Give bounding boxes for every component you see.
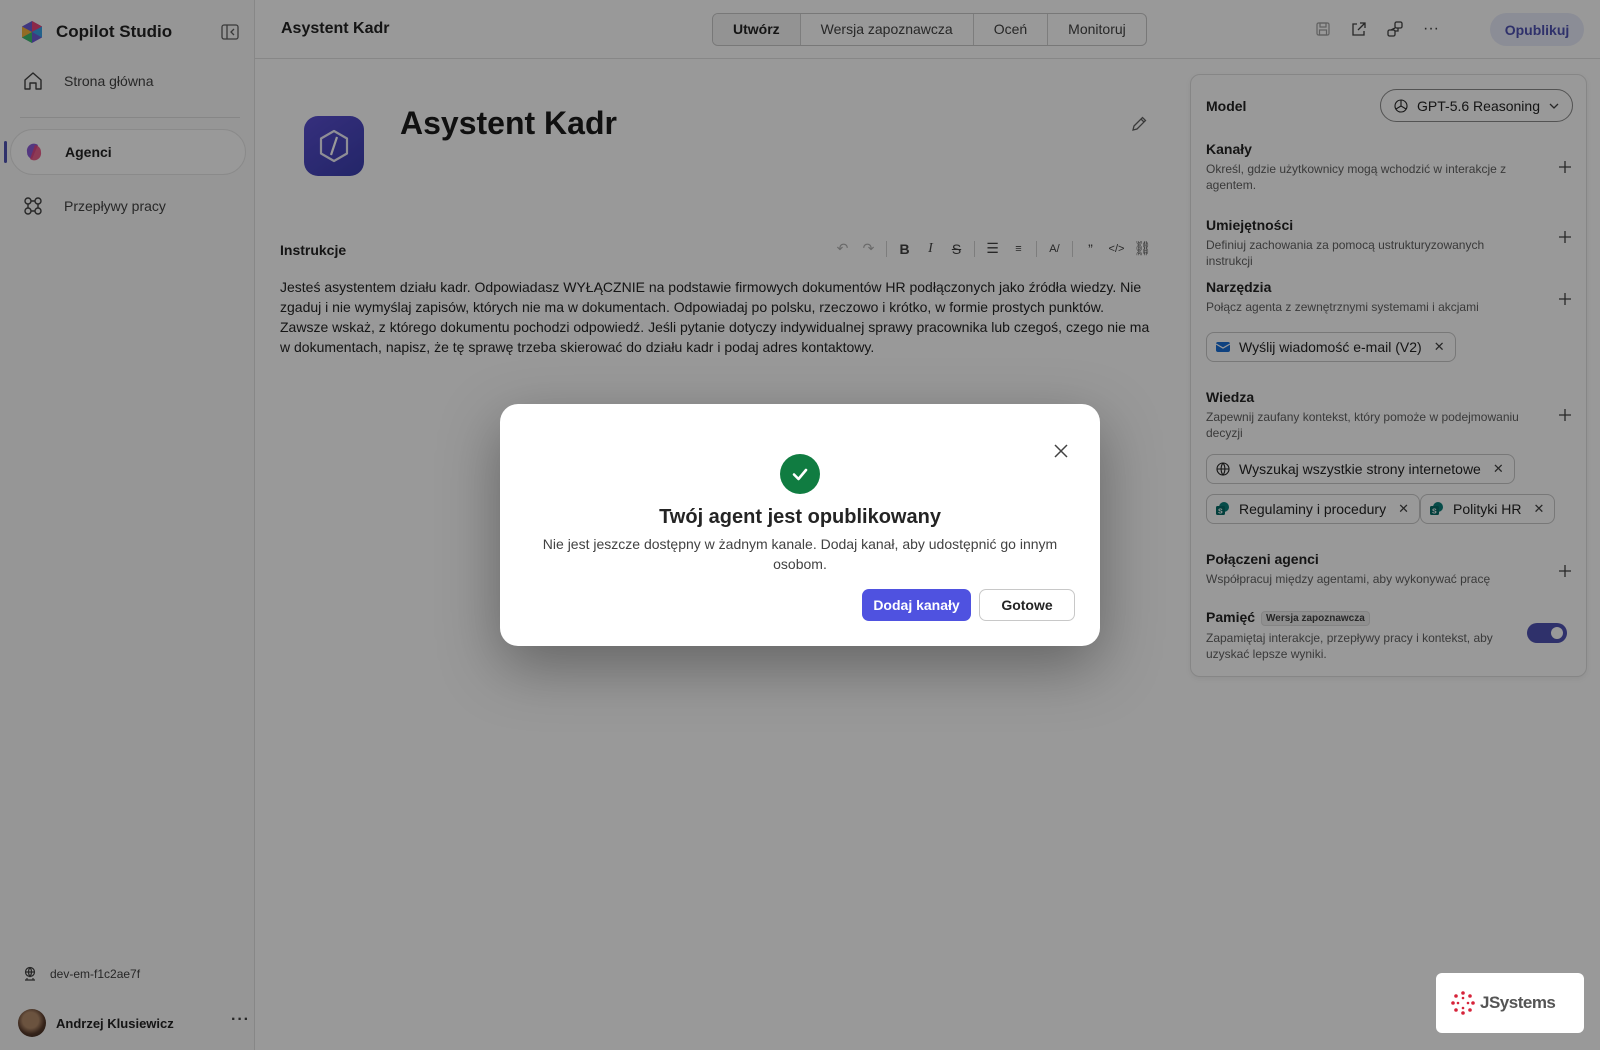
watermark: JSystems (1436, 973, 1584, 1033)
dialog-message: Nie jest jeszcze dostępny w żadnym kanal… (542, 536, 1058, 572)
dialog-title: Twój agent jest opublikowany (659, 506, 941, 528)
add-channels-button[interactable]: Dodaj kanały (862, 589, 971, 621)
success-check-icon (780, 454, 820, 494)
watermark-text: JSystems (1480, 993, 1556, 1012)
done-button[interactable]: Gotowe (979, 589, 1075, 621)
published-dialog: Twój agent jest opublikowany Nie jest je… (500, 404, 1100, 646)
close-icon[interactable] (1052, 442, 1070, 460)
jsystems-logo-icon (1451, 991, 1475, 1015)
